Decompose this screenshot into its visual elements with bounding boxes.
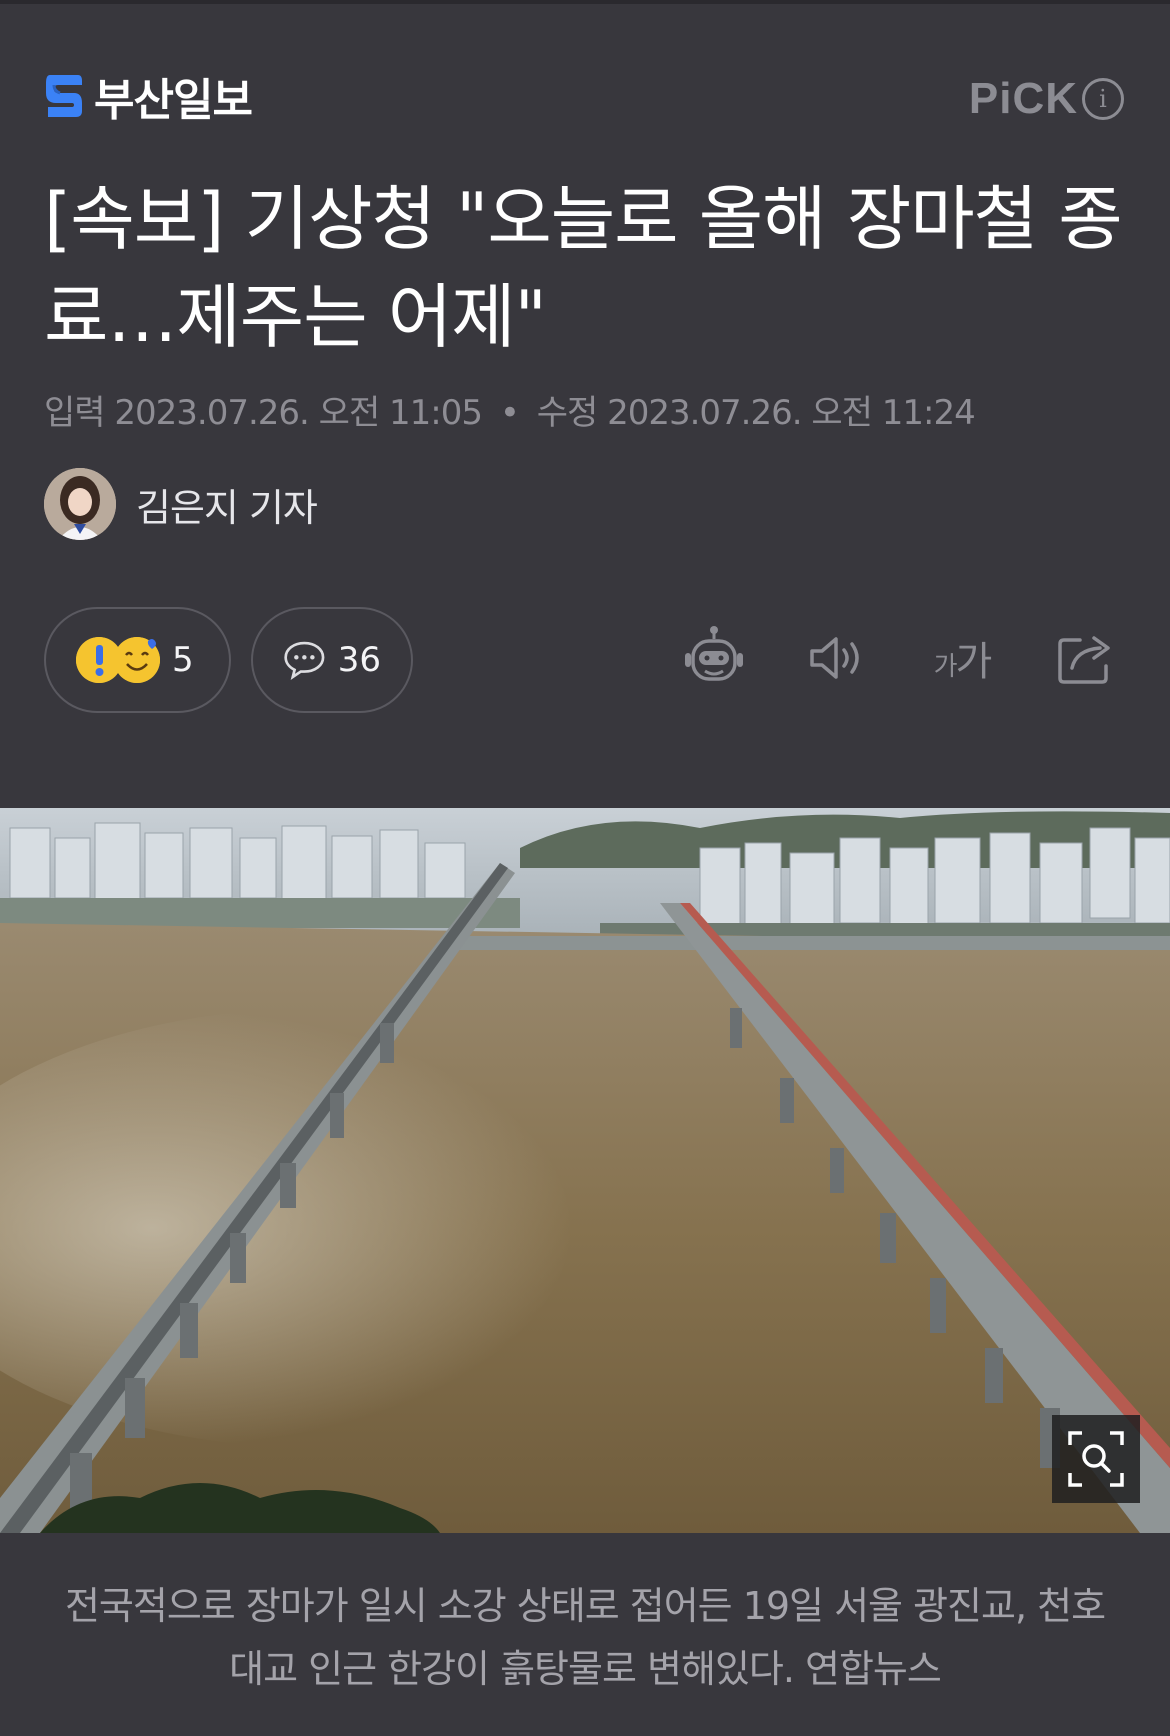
comments-button[interactable]: 36 xyxy=(251,607,413,713)
pick-badge[interactable]: PiCK i xyxy=(969,74,1124,124)
reporter-avatar[interactable] xyxy=(44,468,116,540)
pick-label: PiCK xyxy=(968,74,1078,123)
reactions-button[interactable]: 5 xyxy=(44,607,231,713)
comment-count: 36 xyxy=(337,640,381,680)
photo-zoom-button[interactable] xyxy=(1052,1415,1140,1503)
article-tools: 가가 xyxy=(626,622,1122,694)
comment-bubble-icon xyxy=(284,641,325,680)
article-photo[interactable] xyxy=(0,808,1170,1533)
press-name: 부산일보 xyxy=(94,75,253,126)
reporter-name: 김은지 기자 xyxy=(136,485,318,530)
date-separator: • xyxy=(499,393,520,433)
article-dates: 입력 2023.07.26. 오전 11:05 • 수정 2023.07.26.… xyxy=(44,385,976,434)
summary-bot-button[interactable] xyxy=(678,622,750,694)
font-size-icon: 가가 xyxy=(933,639,993,685)
photo-caption: 전국적으로 장마가 일시 소강 상태로 접어든 19일 서울 광진교, 천호대교… xyxy=(64,1584,1106,1691)
modified-datetime: 2023.07.26. 오전 11:24 xyxy=(607,393,976,433)
published-label: 입력 xyxy=(44,393,106,433)
busan-ilbo-s-icon xyxy=(46,75,82,117)
published-datetime: 2023.07.26. 오전 11:05 xyxy=(114,393,483,433)
info-icon[interactable]: i xyxy=(1082,78,1124,120)
speaker-icon xyxy=(810,637,859,679)
robot-icon xyxy=(685,626,743,681)
article-title: [속보] 기상청 "오늘로 올해 장마철 종료…제주는 어제" xyxy=(44,178,1123,358)
tts-button[interactable] xyxy=(802,622,874,694)
share-icon xyxy=(1058,636,1110,684)
surprised-emoji-icon xyxy=(76,637,122,683)
reaction-count: 5 xyxy=(172,640,194,680)
zoom-icon xyxy=(1068,1431,1124,1487)
river-bridges-image xyxy=(0,808,1170,1533)
press-logo[interactable]: 부산일보 xyxy=(44,70,253,126)
modified-label: 수정 xyxy=(536,393,599,433)
top-divider xyxy=(0,0,1170,4)
reporter[interactable]: 김은지 기자 xyxy=(44,468,318,540)
font-size-button[interactable]: 가가 xyxy=(926,622,998,694)
share-button[interactable] xyxy=(1050,622,1122,694)
